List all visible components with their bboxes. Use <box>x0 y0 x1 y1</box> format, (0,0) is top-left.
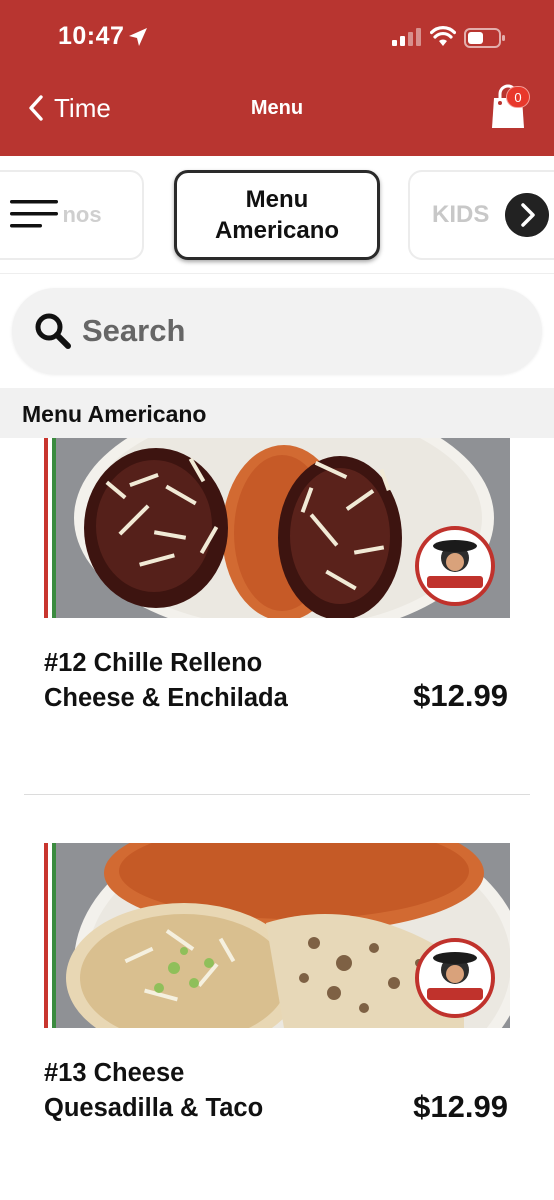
search-input[interactable] <box>82 306 522 356</box>
chevron-left-icon <box>29 95 43 121</box>
menu-item-name[interactable]: #13 Cheese Quesadilla & Taco <box>44 1056 264 1126</box>
back-button[interactable]: Time <box>28 90 111 126</box>
wifi-icon <box>430 26 456 46</box>
cellular-signal-icon <box>392 28 421 46</box>
search-bar[interactable] <box>12 288 542 374</box>
dos-amigos-logo <box>415 938 495 1018</box>
chevron-right-icon[interactable] <box>505 193 549 237</box>
battery-icon <box>464 28 505 48</box>
section-title: Menu Americano <box>22 401 207 427</box>
search-icon <box>35 313 71 349</box>
search-area <box>0 274 554 388</box>
status-bar: 10:47 <box>0 0 554 76</box>
section-header: Menu Americano <box>0 388 554 438</box>
menu-item-price: $12.99 <box>413 678 508 713</box>
cart-count-badge: 0 <box>506 86 530 108</box>
location-arrow-icon <box>129 28 147 46</box>
item-divider <box>24 794 530 795</box>
category-tab-active-label: Menu Americano <box>214 186 340 244</box>
menu-item-name[interactable]: #12 Chille Relleno Cheese & Enchilada <box>44 646 344 716</box>
menu-item-image[interactable] <box>44 843 510 1028</box>
dos-amigos-logo <box>415 526 495 606</box>
status-time: 10:47 <box>58 22 125 50</box>
menu-item-price: $12.99 <box>413 1089 508 1124</box>
category-tab-kids-label: KIDS <box>432 201 490 228</box>
menu-item-image[interactable] <box>44 438 510 618</box>
category-tab-bar: nos Menu Americano KIDS <box>0 156 554 274</box>
app-header: 10:47 Time Menu 0 <box>0 0 554 156</box>
category-tab-menu-americano[interactable]: Menu Americano <box>174 170 380 260</box>
hamburger-menu-icon[interactable] <box>8 196 60 232</box>
back-label: Time <box>54 92 111 123</box>
